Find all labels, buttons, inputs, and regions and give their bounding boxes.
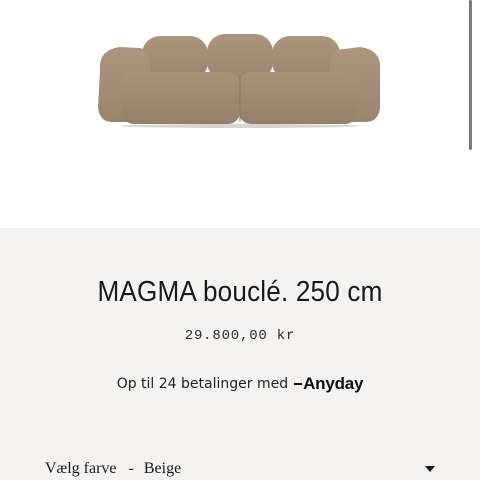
anyday-dash-icon — [294, 383, 303, 385]
color-select-value: Beige — [143, 460, 182, 477]
product-title: MAGMA bouclé. 250 cm — [97, 276, 383, 308]
installments-info: Op til 24 betalinger med Anyday — [0, 374, 480, 394]
product-info: MAGMA bouclé. 250 cm 29.800,00 kr Op til… — [0, 228, 480, 480]
anyday-logo[interactable]: Anyday — [294, 374, 364, 394]
product-price: 29.800,00 kr — [184, 328, 296, 344]
color-select[interactable]: Vælg farve - Beige — [45, 458, 440, 480]
color-select-label: Vælg farve — [45, 460, 117, 477]
installments-text: Op til 24 betalinger med — [116, 376, 289, 392]
anyday-logo-text: Anyday — [303, 374, 364, 393]
scrollbar[interactable] — [469, 0, 472, 150]
chevron-down-icon[interactable] — [425, 466, 435, 472]
product-image-area — [0, 0, 480, 228]
color-select-separator: - — [128, 460, 134, 477]
product-image-sofa[interactable] — [0, 0, 480, 228]
